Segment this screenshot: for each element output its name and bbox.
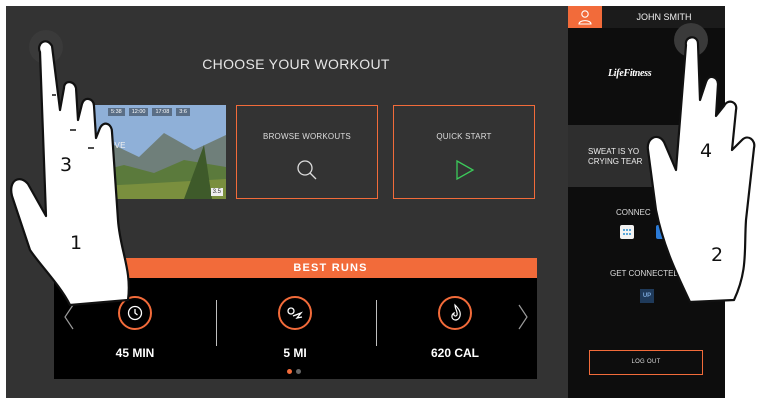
quick-start-label: QUICK START bbox=[436, 132, 492, 141]
best-runs-panel: BEST RUNS 45 MIN 5 MI 620 CAL bbox=[54, 258, 537, 379]
best-runs-title: BEST RUNS bbox=[124, 258, 537, 278]
up-app-icon[interactable]: UP bbox=[640, 289, 654, 303]
stat-duration: 45 MIN bbox=[90, 296, 180, 360]
gesture-number: 2 bbox=[711, 244, 724, 266]
gesture-number: 1 bbox=[70, 232, 83, 254]
chevron-left-icon[interactable] bbox=[62, 302, 76, 332]
sidebar-header: JOHN SMITH bbox=[568, 6, 725, 28]
browse-workouts-tile[interactable]: BROWSE WORKOUTS bbox=[236, 105, 378, 199]
brand-logo: LifeFitness bbox=[608, 68, 652, 79]
interactive-courses-tile[interactable]: 5:38 12:00 17:08 3:6 RACTIVE RSES 3.5 bbox=[84, 105, 226, 199]
carousel-dots bbox=[287, 369, 301, 374]
divider bbox=[376, 300, 377, 346]
carousel-dot[interactable] bbox=[296, 369, 301, 374]
user-sidebar: JOHN SMITH LifeFitness SWEAT IS YO CRYIN… bbox=[568, 6, 725, 398]
chevron-right-icon[interactable] bbox=[516, 302, 530, 332]
course-tab: 5:38 bbox=[108, 108, 125, 116]
course-tab: 12:00 bbox=[128, 108, 149, 116]
page-title: CHOOSE YOUR WORKOUT bbox=[202, 56, 390, 72]
main-panel: CHOOSE YOUR WORKOUT 5:38 12:00 17:08 3:6… bbox=[6, 6, 568, 398]
interactive-line-2: RSES bbox=[89, 152, 112, 161]
quote-line-1: SWEAT IS YO bbox=[588, 147, 640, 156]
stat-value: 5 MI bbox=[283, 346, 307, 360]
stat-calories: 620 CAL bbox=[410, 296, 500, 360]
flame-icon bbox=[438, 296, 472, 330]
distance-icon bbox=[278, 296, 312, 330]
clock-icon bbox=[118, 296, 152, 330]
connected-label: CONNEC bbox=[616, 208, 651, 217]
course-time-tabs: 5:38 12:00 17:08 3:6 bbox=[84, 108, 190, 116]
app-icon[interactable] bbox=[656, 225, 670, 239]
user-icon[interactable] bbox=[568, 6, 602, 28]
stat-value: 45 MIN bbox=[115, 346, 155, 360]
fitness-app-icon[interactable] bbox=[620, 225, 634, 239]
divider bbox=[216, 300, 217, 346]
course-tab: 17:08 bbox=[152, 108, 173, 116]
app-screen: CHOOSE YOUR WORKOUT 5:38 12:00 17:08 3:6… bbox=[6, 6, 725, 398]
quote-line-2: CRYING TEAR bbox=[588, 157, 643, 166]
play-icon bbox=[456, 159, 475, 181]
gesture-number: 3 bbox=[60, 154, 73, 176]
course-tab: 3:6 bbox=[176, 108, 190, 116]
carousel-dot-active[interactable] bbox=[287, 369, 292, 374]
interactive-courses-label: RACTIVE RSES bbox=[89, 140, 126, 162]
search-icon bbox=[297, 160, 317, 180]
get-connected-label: GET CONNECTED bbox=[610, 269, 680, 278]
user-name: JOHN SMITH bbox=[636, 12, 692, 22]
interactive-line-1: RACTIVE bbox=[89, 141, 126, 150]
quick-start-tile[interactable]: QUICK START bbox=[393, 105, 535, 199]
course-badge: 3.5 bbox=[210, 188, 223, 196]
stat-value: 620 CAL bbox=[430, 346, 480, 360]
browse-workouts-label: BROWSE WORKOUTS bbox=[263, 132, 351, 141]
gesture-number: 4 bbox=[700, 140, 713, 162]
quote-text: SWEAT IS YO CRYING TEAR bbox=[588, 147, 642, 167]
logout-button[interactable]: LOG OUT bbox=[589, 350, 703, 375]
stat-distance: 5 MI bbox=[250, 296, 340, 360]
